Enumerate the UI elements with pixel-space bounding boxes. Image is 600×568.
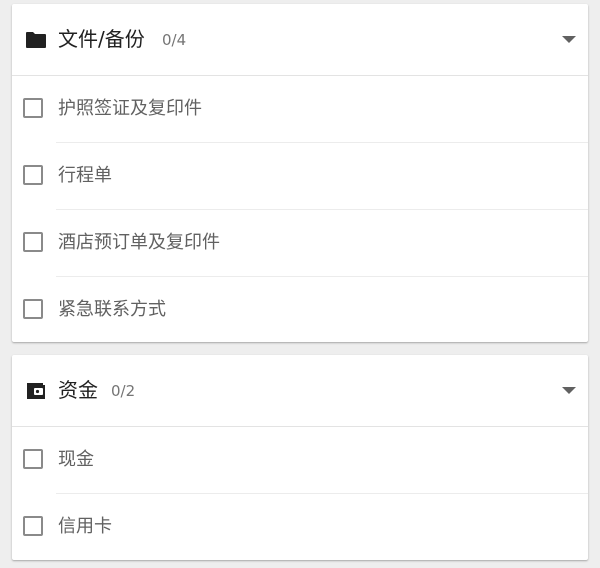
checkbox[interactable] — [23, 299, 43, 319]
chevron-down-icon[interactable] — [562, 36, 576, 43]
checkbox[interactable] — [23, 449, 43, 469]
checklist-item[interactable]: 紧急联系方式 — [12, 277, 588, 342]
chevron-down-icon[interactable] — [562, 387, 576, 394]
section-progress-count: 0/4 — [162, 31, 187, 49]
section-title: 文件/备份 — [58, 27, 145, 51]
checklist-item-label: 信用卡 — [58, 516, 112, 537]
checkbox[interactable] — [23, 98, 43, 118]
checkbox[interactable] — [23, 165, 43, 185]
wallet-icon — [25, 381, 47, 401]
checklist-item[interactable]: 现金 — [12, 427, 588, 494]
checklist-item-label: 酒店预订单及复印件 — [58, 232, 220, 253]
checklist-item-label: 护照签证及复印件 — [58, 98, 202, 119]
checkbox[interactable] — [23, 516, 43, 536]
section-card-documents: 文件/备份 0/4 护照签证及复印件 行程单 酒店预订单及复印件 紧急联系方式 — [12, 4, 588, 342]
checklist-item[interactable]: 护照签证及复印件 — [12, 76, 588, 143]
checklist-item-label: 紧急联系方式 — [58, 299, 166, 320]
section-header-documents[interactable]: 文件/备份 0/4 — [12, 4, 588, 76]
checklist-item[interactable]: 酒店预订单及复印件 — [12, 210, 588, 277]
checklist-item-label: 现金 — [58, 449, 94, 470]
checklist-item-label: 行程单 — [58, 165, 112, 186]
checklist-item[interactable]: 信用卡 — [12, 494, 588, 560]
checkbox[interactable] — [23, 232, 43, 252]
section-card-money: 资金 0/2 现金 信用卡 — [12, 355, 588, 560]
section-progress-count: 0/2 — [111, 382, 136, 400]
folder-icon — [25, 30, 47, 50]
checklist-item[interactable]: 行程单 — [12, 143, 588, 210]
section-header-money[interactable]: 资金 0/2 — [12, 355, 588, 427]
section-title: 资金 — [58, 378, 98, 402]
